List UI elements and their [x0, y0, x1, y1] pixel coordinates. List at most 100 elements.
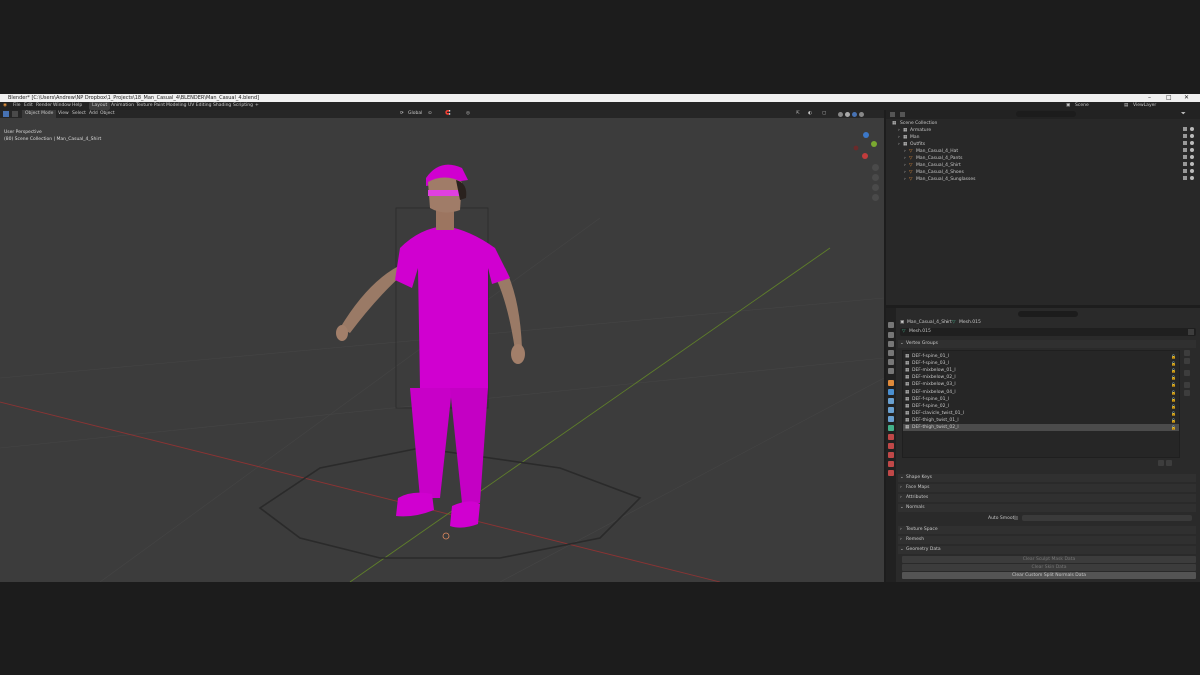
geometry-data-panel-header[interactable]: ⌄ Geometry Data [898, 546, 1196, 554]
constraints-tab-icon[interactable] [888, 416, 894, 422]
add-workspace-button[interactable]: + [252, 102, 262, 110]
auto-smooth-angle-field[interactable] [1022, 515, 1192, 521]
select-tool-icon[interactable] [3, 111, 9, 117]
vertex-group-filter-button[interactable] [1158, 460, 1164, 466]
render-camera-icon[interactable] [1183, 134, 1187, 138]
data-tab-icon[interactable] [888, 461, 894, 467]
render-camera-icon[interactable] [1183, 141, 1187, 145]
world-tab-icon[interactable] [888, 368, 894, 374]
normals-panel-header[interactable]: ⌄ Normals [898, 504, 1196, 512]
filter-icon[interactable]: ⏷ [1181, 110, 1186, 118]
vertex-group-sort-button[interactable] [1166, 460, 1172, 466]
proportional-edit-icon[interactable]: ◎ [466, 110, 470, 118]
menu-select[interactable]: Select [72, 110, 86, 118]
lock-icon[interactable]: 🔓 [1171, 396, 1176, 403]
mesh-data-tab-icon[interactable] [888, 425, 894, 431]
mesh-datablock-field[interactable]: ▽ Mesh.015 [900, 328, 1196, 336]
vertex-group-item[interactable]: ▦ DEF-mixbelow_01_l 🔓 [903, 367, 1179, 374]
visibility-eye-icon[interactable] [1190, 127, 1194, 131]
vertex-group-item[interactable]: ▦ DEF-thigh_twist_02_l 🔓 [903, 424, 1179, 431]
shape-keys-panel-header[interactable]: ⌄ Shape Keys [898, 474, 1196, 482]
output-tab-icon[interactable] [888, 341, 894, 347]
properties-search-input[interactable] [1018, 311, 1078, 317]
minimize-button[interactable]: – [1148, 94, 1151, 102]
outliner-row[interactable]: › ▦ Man [886, 134, 1200, 141]
navigation-gizmo[interactable] [853, 132, 877, 159]
visibility-eye-icon[interactable] [1190, 169, 1194, 173]
clear-skin-data-button[interactable]: Clear Skin Data [902, 564, 1196, 571]
auto-smooth-checkbox[interactable] [1014, 516, 1018, 520]
menu-view[interactable]: View [58, 110, 69, 118]
pivot-icon[interactable]: ⊙ [428, 110, 432, 118]
vertex-group-item[interactable]: ▦ DEF-f-spine_01_l 🔓 [903, 396, 1179, 403]
lock-icon[interactable]: 🔓 [1171, 367, 1176, 374]
face-maps-panel-header[interactable]: › Face Maps [898, 484, 1196, 492]
render-tab-icon[interactable] [888, 332, 894, 338]
vertex-group-item[interactable]: ▦ DEF-f-spine_01_l 🔓 [903, 353, 1179, 360]
outliner-row-scene-collection[interactable]: ▦ Scene Collection [886, 120, 1200, 127]
menu-file[interactable]: File [13, 102, 21, 110]
pan-hand-icon[interactable] [872, 174, 879, 181]
outliner-row[interactable]: › ▦ Outfits [886, 141, 1200, 148]
fake-user-icon[interactable] [1188, 329, 1194, 335]
move-vertex-group-down-button[interactable] [1184, 390, 1190, 396]
particles-tab-icon[interactable] [888, 398, 894, 404]
snap-icon[interactable]: 🧲 [445, 110, 451, 118]
visibility-eye-icon[interactable] [1190, 176, 1194, 180]
visibility-eye-icon[interactable] [1190, 134, 1194, 138]
lock-icon[interactable]: 🔓 [1171, 410, 1176, 417]
transform-orientation-selector[interactable]: Global [408, 110, 422, 118]
expand-arrow-icon[interactable]: › [904, 155, 906, 162]
vertex-group-item[interactable]: ▦ DEF-f-spine_02_l 🔓 [903, 403, 1179, 410]
outliner-row[interactable]: › ▽ Man_Casual_4_Hat [886, 148, 1200, 155]
move-vertex-group-up-button[interactable] [1184, 382, 1190, 388]
visibility-eye-icon[interactable] [1190, 141, 1194, 145]
xray-toggle-icon[interactable]: ▢ [822, 110, 826, 118]
lock-icon[interactable]: 🔓 [1171, 389, 1176, 396]
lock-icon[interactable]: 🔓 [1171, 403, 1176, 410]
menu-edit[interactable]: Edit [24, 102, 33, 110]
material-tab-icon[interactable] [888, 434, 894, 440]
menu-help[interactable]: Help [72, 102, 82, 110]
lock-icon[interactable]: 🔓 [1171, 353, 1176, 360]
vertex-groups-panel-header[interactable]: ⌄ Vertex Groups [898, 340, 1196, 348]
scene-selector[interactable]: Scene [1075, 102, 1089, 110]
visibility-eye-icon[interactable] [1190, 155, 1194, 159]
editor-type-icon[interactable] [12, 111, 18, 117]
camera-view-icon[interactable] [872, 184, 879, 191]
render-camera-icon[interactable] [1183, 169, 1187, 173]
vertex-group-item[interactable]: ▦ DEF-thigh_twist_01_l 🔓 [903, 417, 1179, 424]
texture-space-panel-header[interactable]: › Texture Space [898, 526, 1196, 534]
shading-rendered-icon[interactable] [859, 111, 864, 117]
outliner-search-input[interactable] [1016, 111, 1076, 117]
expand-arrow-icon[interactable]: › [898, 134, 900, 141]
vertex-group-specials-button[interactable] [1184, 370, 1190, 376]
shader-tab-icon[interactable] [888, 452, 894, 458]
vertex-group-item[interactable]: ▦ DEF-mixbelow_03_l 🔓 [903, 381, 1179, 388]
outliner-row[interactable]: › ▽ Man_Casual_4_Shoes [886, 169, 1200, 176]
lock-icon[interactable]: 🔓 [1171, 417, 1176, 424]
shading-material-icon[interactable] [852, 111, 857, 117]
scene-tab-icon[interactable] [888, 359, 894, 365]
outliner-row[interactable]: › ▦ Armature [886, 127, 1200, 134]
remesh-panel-header[interactable]: › Remesh [898, 536, 1196, 544]
mode-selector[interactable]: Object Mode [22, 110, 57, 118]
outliner-editor-icon[interactable] [890, 112, 895, 117]
visibility-eye-icon[interactable] [1190, 162, 1194, 166]
render-camera-icon[interactable] [1183, 155, 1187, 159]
expand-arrow-icon[interactable]: › [898, 127, 900, 134]
remove-vertex-group-button[interactable] [1184, 358, 1190, 364]
lock-icon[interactable]: 🔓 [1171, 374, 1176, 381]
clear-sculpt-mask-button[interactable]: Clear Sculpt Mask Data [902, 556, 1196, 563]
vertex-groups-list[interactable]: ▦ DEF-f-spine_01_l 🔓 ▦ DEF-f-spine_03_l 🔓 ▦ DEF… [902, 350, 1180, 458]
expand-arrow-icon[interactable]: › [904, 169, 906, 176]
vertex-group-item[interactable]: ▦ DEF-f-spine_03_l 🔓 [903, 360, 1179, 367]
blender-logo-icon[interactable]: ◉ [3, 102, 7, 110]
lock-icon[interactable]: 🔓 [1171, 360, 1176, 367]
expand-arrow-icon[interactable]: › [904, 176, 906, 183]
expand-arrow-icon[interactable]: › [904, 148, 906, 155]
close-button[interactable]: ✕ [1184, 94, 1189, 102]
outliner-row[interactable]: › ▽ Man_Casual_4_Sunglasses [886, 176, 1200, 183]
outliner-row[interactable]: › ▽ Man_Casual_4_Shirt [886, 162, 1200, 169]
tool-tab-icon[interactable] [888, 322, 894, 328]
